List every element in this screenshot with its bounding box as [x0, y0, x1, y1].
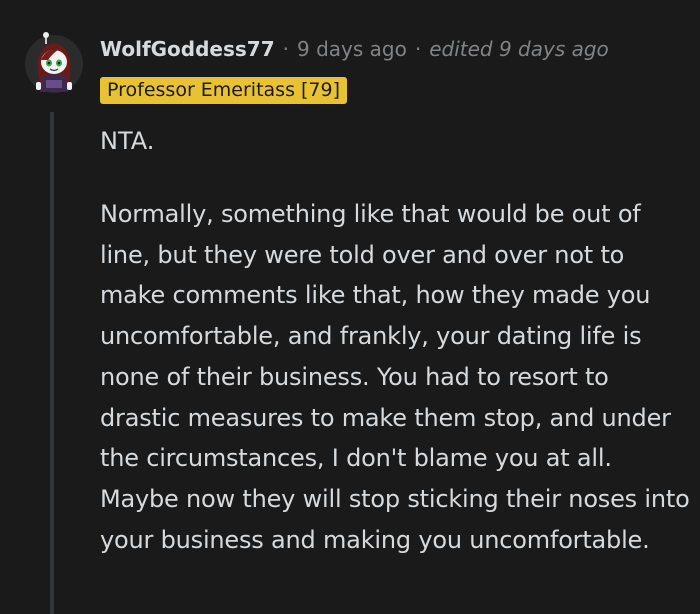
meta-separator: · — [282, 37, 289, 61]
author-link[interactable]: WolfGoddess77 — [100, 37, 275, 61]
comment-body: NTA. Normally, something like that would… — [100, 124, 690, 554]
snoo-avatar-icon[interactable] — [24, 30, 84, 94]
thread-collapse-line[interactable] — [50, 112, 54, 614]
comment-paragraph: NTA. — [100, 127, 155, 155]
user-flair: Professor Emeritass [79] — [100, 77, 348, 104]
comment-paragraph: Normally, something like that would be o… — [100, 200, 690, 554]
posted-time[interactable]: 9 days ago — [297, 37, 407, 61]
meta-separator: · — [414, 37, 422, 61]
comment: WolfGoddess77 · 9 days ago · edited 9 da… — [0, 0, 700, 614]
comment-meta: WolfGoddess77 · 9 days ago · edited 9 da… — [100, 35, 609, 63]
edited-time: edited 9 days ago — [429, 37, 609, 61]
